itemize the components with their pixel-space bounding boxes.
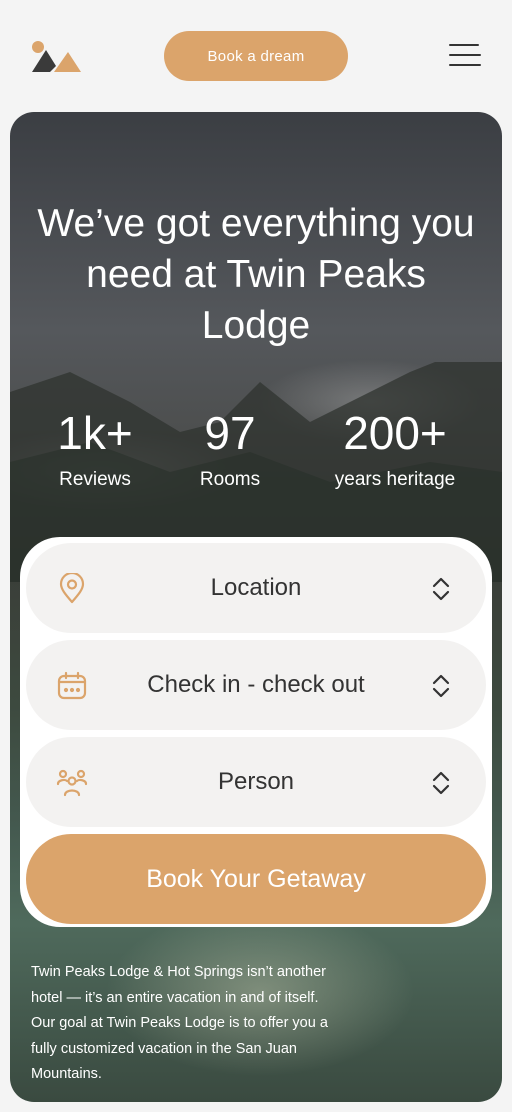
book-your-getaway-button[interactable]: Book Your Getaway bbox=[26, 834, 486, 924]
stat-rooms: 97 Rooms bbox=[170, 404, 290, 494]
lodge-description: Twin Peaks Lodge & Hot Springs isn’t ano… bbox=[31, 964, 328, 1082]
location-label: Location bbox=[210, 574, 302, 601]
calendar-icon bbox=[57, 671, 87, 700]
date-range-label: Check in - check out bbox=[147, 671, 365, 698]
location-pin-icon bbox=[59, 573, 85, 604]
location-select[interactable]: Location bbox=[26, 543, 486, 633]
person-label: Person bbox=[217, 768, 295, 795]
people-icon bbox=[56, 769, 88, 797]
booking-form: Location Check in - check out Person Boo… bbox=[20, 537, 492, 927]
stat-label: Reviews bbox=[59, 469, 131, 490]
stat-heritage: 200+ years heritage bbox=[310, 404, 480, 494]
hero-title: We’ve got everything you need at Twin Pe… bbox=[37, 202, 475, 347]
stat-reviews: 1k+ Reviews bbox=[40, 404, 150, 494]
top-bar: Book a dream bbox=[0, 0, 512, 112]
stat-label: years heritage bbox=[334, 469, 456, 490]
chevron-updown-icon bbox=[432, 674, 450, 698]
logo-icon[interactable] bbox=[30, 40, 82, 74]
book-a-dream-button[interactable]: Book a dream bbox=[164, 31, 348, 81]
hamburger-menu-icon[interactable] bbox=[449, 44, 483, 68]
date-range-select[interactable]: Check in - check out bbox=[26, 640, 486, 730]
stat-value: 200+ bbox=[343, 407, 447, 459]
menu-line bbox=[449, 64, 481, 66]
menu-line bbox=[449, 54, 481, 56]
person-select[interactable]: Person bbox=[26, 737, 486, 827]
stat-label: Rooms bbox=[199, 469, 261, 490]
stat-value: 1k+ bbox=[57, 407, 133, 459]
stat-value: 97 bbox=[204, 407, 256, 459]
chevron-updown-icon bbox=[432, 577, 450, 601]
hero-section: We’ve got everything you need at Twin Pe… bbox=[10, 112, 502, 1102]
menu-line bbox=[449, 44, 479, 46]
chevron-updown-icon bbox=[432, 771, 450, 795]
